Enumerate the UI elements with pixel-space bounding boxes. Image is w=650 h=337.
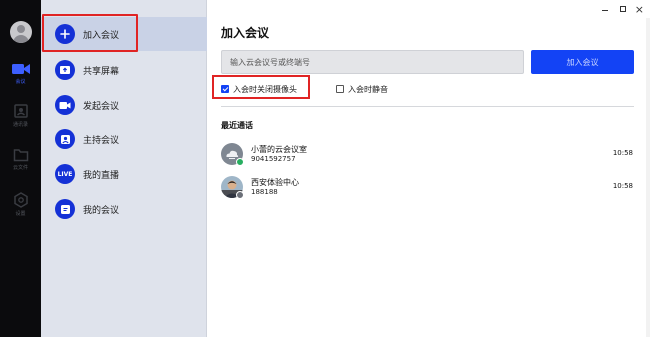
status-badge <box>236 191 244 199</box>
call-time: 10:58 <box>612 149 633 157</box>
video-icon <box>55 95 75 115</box>
my-meeting-icon <box>55 199 75 219</box>
recent-call-row[interactable]: 西安体验中心 188188 10:58 <box>221 176 634 204</box>
recent-call-row[interactable]: 小蕾的云会议室 9041592757 10:58 <box>221 143 634 171</box>
folder-icon <box>13 149 28 162</box>
page-title: 加入会议 <box>221 26 270 40</box>
call-number: 9041592757 <box>251 155 296 163</box>
video-camera-icon <box>11 64 30 74</box>
person-photo-icon <box>221 176 244 199</box>
maximize-button[interactable] <box>620 3 628 17</box>
contacts-icon <box>13 104 28 118</box>
menu-label: 我的会议 <box>83 206 120 216</box>
cloud-room-icon <box>221 143 244 166</box>
meeting-id-input[interactable] <box>221 50 524 74</box>
rail-label: 会议 <box>15 79 26 85</box>
menu-label: 发起会议 <box>83 102 120 112</box>
rail-item-settings[interactable]: 设置 <box>4 192 37 224</box>
minimize-icon <box>602 10 608 11</box>
meeting-menu: 加入会议 共享屏幕 发起会议 主持会议 LIVE 我的直播 我的会议 <box>41 0 207 337</box>
menu-label: 我的直播 <box>83 171 120 181</box>
menu-item-host-meeting[interactable]: 主持会议 <box>41 122 207 156</box>
settings-icon <box>13 192 28 208</box>
mute-option[interactable]: 入会时静音 <box>336 82 388 96</box>
rail-item-files[interactable]: 云文件 <box>4 148 37 180</box>
menu-item-my-live[interactable]: LIVE 我的直播 <box>41 157 207 191</box>
host-icon <box>55 129 75 149</box>
highlight-box-camera-option <box>212 75 310 99</box>
join-meeting-panel: × 加入会议 加入会议 入会时关闭摄像头 入会时静音 最近通话 小蕾的云会议室 … <box>207 0 650 337</box>
maximize-icon <box>620 6 626 12</box>
menu-label: 共享屏幕 <box>83 67 120 77</box>
mute-checkbox[interactable] <box>336 85 344 93</box>
rail-item-contacts[interactable]: 通讯录 <box>4 103 37 135</box>
rail-label: 云文件 <box>12 165 28 171</box>
menu-item-start-meeting[interactable]: 发起会议 <box>41 88 207 122</box>
call-number: 188188 <box>251 188 278 196</box>
call-name: 西安体验中心 <box>251 178 299 187</box>
minimize-button[interactable] <box>602 3 610 17</box>
recent-calls-title: 最近通话 <box>221 121 253 130</box>
highlight-box-join-menu <box>42 14 138 52</box>
live-icon-text: LIVE <box>57 170 73 178</box>
share-screen-icon <box>55 60 75 80</box>
status-badge <box>236 158 244 166</box>
rail-label: 通讯录 <box>12 122 28 128</box>
call-name: 小蕾的云会议室 <box>251 145 307 154</box>
divider <box>221 106 634 107</box>
close-button[interactable]: × <box>635 3 644 17</box>
live-icon: LIVE <box>55 164 75 184</box>
menu-item-my-meetings[interactable]: 我的会议 <box>41 192 207 226</box>
menu-label: 主持会议 <box>83 136 120 146</box>
menu-item-share-screen[interactable]: 共享屏幕 <box>41 53 207 87</box>
nav-rail: 会议 通讯录 云文件 设置 <box>0 0 41 337</box>
join-meeting-button[interactable]: 加入会议 <box>531 50 634 74</box>
user-avatar-icon[interactable] <box>10 21 32 43</box>
mute-label: 入会时静音 <box>348 84 388 94</box>
rail-label: 设置 <box>15 211 26 217</box>
scrollbar[interactable] <box>646 18 650 337</box>
call-time: 10:58 <box>612 182 633 190</box>
rail-item-meeting[interactable]: 会议 <box>4 62 37 94</box>
